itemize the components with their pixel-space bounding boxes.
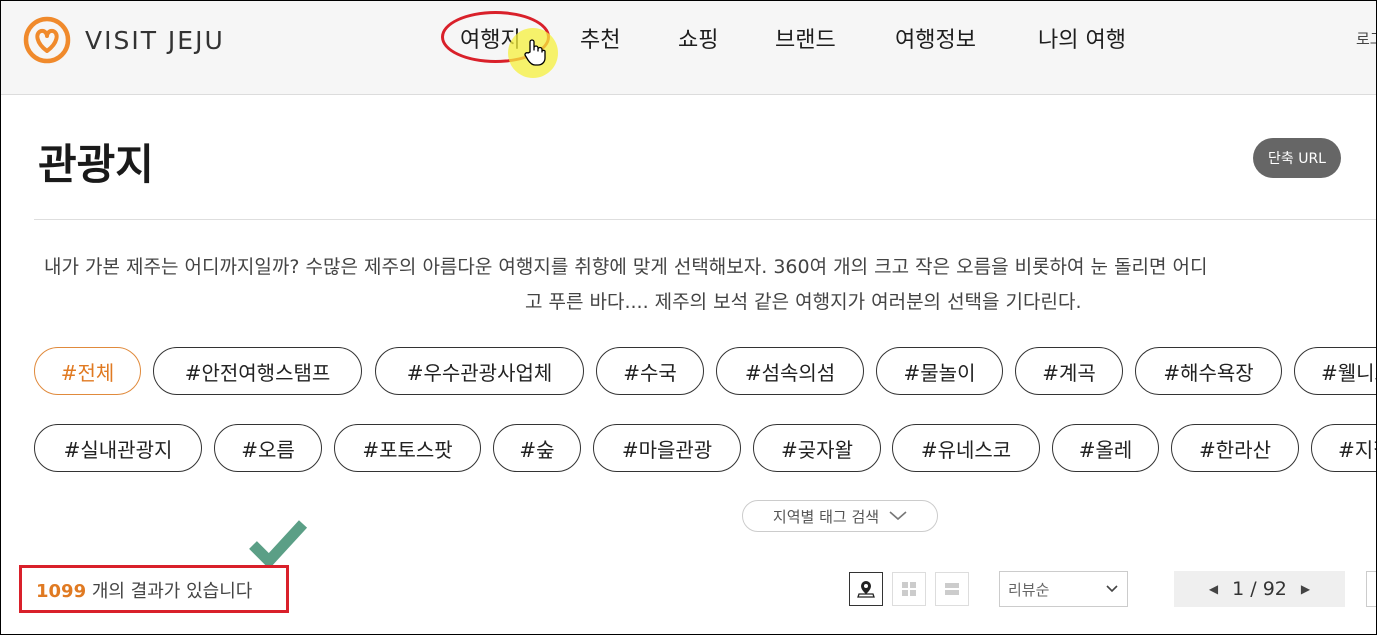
page-title: 관광지: [38, 140, 154, 189]
nav-travel-info[interactable]: 여행정보: [895, 22, 976, 54]
tag-photo-spot[interactable]: #포토스팟: [334, 424, 481, 472]
nav-recommend[interactable]: 추천: [580, 22, 620, 54]
tag-safe-travel-stamp[interactable]: #안전여행스탬프: [153, 347, 362, 395]
map-view-button[interactable]: [849, 572, 883, 606]
grid-icon: [902, 582, 916, 596]
page-indicator: 1 / 92: [1232, 578, 1287, 600]
tag-hydrangea[interactable]: #수국: [596, 347, 704, 395]
short-url-button[interactable]: 단축 URL: [1253, 138, 1341, 178]
tag-hallasan[interactable]: #한라산: [1171, 424, 1299, 472]
logo-text[interactable]: VISIT JEJU: [85, 26, 225, 55]
jeju-logo-icon[interactable]: [22, 15, 72, 65]
tag-all[interactable]: #전체: [34, 347, 141, 395]
nav-my-trip[interactable]: 나의 여행: [1038, 22, 1126, 54]
result-count-text: 1099 개의 결과가 있습니다: [36, 577, 252, 603]
chevron-down-icon: [889, 511, 907, 521]
sort-select[interactable]: 리뷰순: [999, 571, 1128, 607]
tag-island-in-island[interactable]: #섬속의섬: [716, 347, 864, 395]
checkmark-icon: [249, 520, 307, 568]
grid-view-button[interactable]: [892, 572, 926, 606]
nav-shopping[interactable]: 쇼핑: [678, 22, 718, 54]
tag-indoor-attraction[interactable]: #실내관광지: [34, 424, 202, 472]
description-line-2: 고 푸른 바다.... 제주의 보석 같은 여행지가 여러분의 선택을 기다린다…: [525, 291, 1082, 313]
region-tag-search-button[interactable]: 지역별 태그 검색: [742, 500, 938, 532]
login-link[interactable]: 로그: [1356, 28, 1377, 49]
tag-excellent-tourism-business[interactable]: #우수관광사업체: [375, 347, 584, 395]
tag-wellness[interactable]: #웰니스: [1294, 347, 1377, 395]
tag-oreum[interactable]: #오름: [214, 424, 322, 472]
hand-cursor-icon: [524, 39, 546, 66]
description-line-1: 내가 가본 제주는 어디까지일까? 수많은 제주의 아름다운 여행지를 취향에 …: [44, 256, 1208, 278]
next-page-icon[interactable]: ▶: [1301, 582, 1310, 596]
list-icon: [945, 583, 959, 595]
sort-selected: 리뷰순: [1008, 580, 1050, 599]
tag-beach[interactable]: #해수욕장: [1135, 347, 1282, 395]
current-page: 1: [1232, 578, 1245, 600]
tag-forest[interactable]: #숲: [493, 424, 581, 472]
tag-valley[interactable]: #계곡: [1015, 347, 1123, 395]
list-view-button[interactable]: [935, 572, 969, 606]
tag-gotjawal[interactable]: #곶자왈: [753, 424, 881, 472]
chevron-down-icon: [1106, 585, 1118, 593]
tag-geology[interactable]: #지질: [1311, 424, 1377, 472]
site-header: VISIT JEJU 여행지 추천 쇼핑 브랜드 여행정보 나의 여행 로그: [0, 0, 1377, 95]
map-pin-icon: [857, 581, 875, 598]
total-pages: 92: [1262, 578, 1287, 600]
region-search-label: 지역별 태그 검색: [772, 507, 880, 526]
tag-unesco[interactable]: #유네스코: [892, 424, 1040, 472]
result-suffix: 개의 결과가 있습니다: [86, 581, 253, 602]
screenshot-frame: [0, 0, 1377, 635]
partial-button[interactable]: [1366, 571, 1377, 607]
pagination: ◀ 1 / 92 ▶: [1174, 571, 1345, 607]
page-separator: /: [1244, 578, 1263, 600]
tag-water-play[interactable]: #물놀이: [876, 347, 1003, 395]
nav-brand[interactable]: 브랜드: [775, 22, 836, 54]
tag-village-tour[interactable]: #마을관광: [593, 424, 741, 472]
tag-olle[interactable]: #올레: [1052, 424, 1159, 472]
prev-page-icon[interactable]: ◀: [1209, 582, 1218, 596]
divider: [34, 219, 1377, 220]
result-count: 1099: [36, 581, 87, 602]
